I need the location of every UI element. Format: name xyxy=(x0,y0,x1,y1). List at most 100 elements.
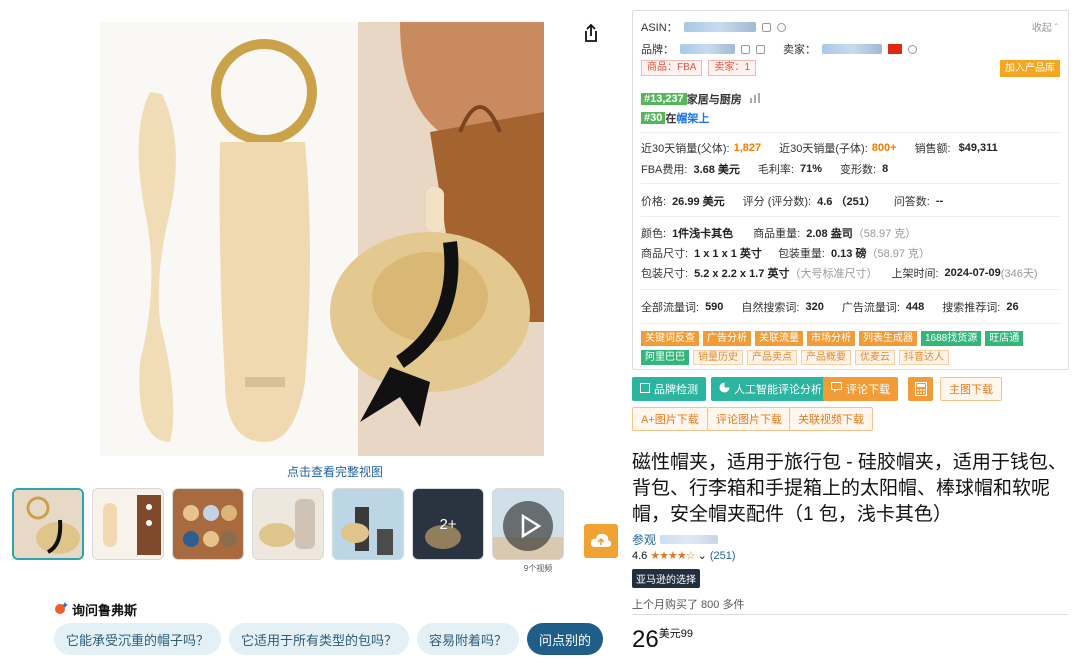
ask-something-else-button[interactable]: 问点别的 xyxy=(527,623,604,655)
tool-youmaiyun[interactable]: 优麦云 xyxy=(855,350,895,365)
size-row: 商品尺寸: 1 x 1 x 1 英寸 包装重量: 0.13 磅 （58.97 克… xyxy=(641,245,930,261)
collapse-toggle[interactable]: 收起 ˆ xyxy=(1032,19,1058,34)
brand-value-redacted[interactable] xyxy=(680,44,735,54)
stat-label: 评分 (评分数): xyxy=(742,196,812,208)
tool-wangdiantong[interactable]: 旺店通 xyxy=(985,331,1024,346)
tool-listing-generator[interactable]: 列表生成器 xyxy=(859,331,917,346)
bar-chart-icon[interactable] xyxy=(749,92,762,106)
review-download-button[interactable]: 评论下载 xyxy=(823,377,898,401)
product-title: 磁性帽夹，适用于旅行包 - 硅胶帽夹，适用于钱包、背包、行李箱和手提箱上的太阳帽… xyxy=(632,452,1067,525)
stat-note: （58.97 克） xyxy=(866,248,931,260)
brand-seller-row: 品牌： 卖家： xyxy=(641,41,917,57)
copy-icon[interactable] xyxy=(761,22,771,32)
thumbnail-4[interactable] xyxy=(252,488,324,560)
thumbnail-3[interactable] xyxy=(172,488,244,560)
chevron-down-icon[interactable]: ⌄ xyxy=(698,549,707,562)
tool-market-analysis[interactable]: 市场分析 xyxy=(807,331,855,346)
sparkle-icon xyxy=(54,601,68,618)
seller-value-redacted[interactable] xyxy=(822,44,882,54)
tool-alibaba[interactable]: 阿里巴巴 xyxy=(641,350,689,365)
bought-last-month: 上个月购买了 800 多件 xyxy=(632,599,745,611)
rank-category-home[interactable]: 家居与厨房 xyxy=(687,91,742,107)
amazons-choice-badge: 亚马逊的选择 xyxy=(632,569,700,588)
tool-douyin-influencer[interactable]: 抖音达人 xyxy=(899,350,949,365)
aplus-image-download-button[interactable]: A+图片下载 xyxy=(632,407,708,431)
cloud-upload-icon[interactable] xyxy=(584,524,618,558)
rating-value: 4.6 xyxy=(632,549,648,562)
stat-value: 2024-07-09 xyxy=(944,267,1001,279)
tool-selling-points[interactable]: 产品卖点 xyxy=(747,350,797,365)
location-icon[interactable] xyxy=(908,44,917,54)
location-icon[interactable] xyxy=(776,22,786,32)
question-chip[interactable]: 容易附着吗？ xyxy=(417,623,520,655)
ask-rufus-label: 询问鲁弗斯 xyxy=(72,603,138,618)
share-icon[interactable] xyxy=(580,22,602,44)
tool-related-traffic[interactable]: 关联流量 xyxy=(755,331,803,346)
checkbox-icon xyxy=(640,382,650,396)
main-image-download-button[interactable]: 主图下载 xyxy=(940,377,1002,401)
stat-value: 1,827 xyxy=(733,142,762,154)
stat-value: 800+ xyxy=(871,142,897,154)
ai-review-label: 人工智能评论分析 xyxy=(734,384,822,396)
brand-label: 品牌： xyxy=(641,44,674,56)
rank-number: #30 xyxy=(641,112,666,124)
brand-check-button[interactable]: 品牌检测 xyxy=(632,377,706,401)
review-image-download-button[interactable]: 评论图片下载 xyxy=(707,407,791,431)
ask-rufus-title: 询问鲁弗斯 xyxy=(54,600,137,619)
copy-icon[interactable] xyxy=(741,44,750,54)
external-link-icon[interactable] xyxy=(756,44,765,54)
rank-category-link[interactable]: 帽架上 xyxy=(676,110,709,126)
rank-prefix: 在 xyxy=(665,113,677,125)
tool-product-summary[interactable]: 产品概要 xyxy=(801,350,851,365)
thumbnail-6[interactable]: 2+ xyxy=(412,488,484,560)
play-icon[interactable] xyxy=(503,501,553,551)
color-weight-row: 颜色: 1件浅卡其色 商品重量: 2.08 盎司 （58.97 克） xyxy=(641,225,916,241)
stat-label: 销售额: xyxy=(914,143,951,155)
stat-label: 价格: xyxy=(641,196,667,208)
seller-count-tag: 卖家：1 xyxy=(708,60,757,76)
brand-store-link[interactable]: 参观 xyxy=(632,531,719,548)
thumbnail-5[interactable] xyxy=(332,488,404,560)
calculator-icon[interactable] xyxy=(908,377,933,401)
asin-row: ASIN： xyxy=(641,19,786,35)
brand-check-label: 品牌检测 xyxy=(654,384,698,396)
view-full-image-link[interactable]: 点击查看完整视图 xyxy=(230,463,440,480)
tool-ad-analysis[interactable]: 广告分析 xyxy=(703,331,751,346)
stat-label: 广告流量词: xyxy=(841,302,900,314)
pie-chart-icon xyxy=(719,382,730,396)
video-thumbnail[interactable] xyxy=(492,488,564,560)
price-currency: 美元 xyxy=(658,628,681,640)
tools-row-1: 关键词反查 广告分析 关联流量 市场分析 列表生成器 1688找货源 旺店通 xyxy=(641,331,1024,346)
review-count-link[interactable]: (251) xyxy=(710,550,736,562)
stat-value: -- xyxy=(935,195,944,207)
stat-label: 商品重量: xyxy=(753,228,801,240)
stat-label: 搜索推荐词: xyxy=(942,302,1001,314)
related-video-download-button[interactable]: 关联视频下载 xyxy=(789,407,873,431)
fee-row: FBA费用: 3.68 美元 毛利率: 71% 变形数: 8 xyxy=(641,161,888,177)
tool-sales-history[interactable]: 销量历史 xyxy=(693,350,743,365)
tool-1688-source[interactable]: 1688找货源 xyxy=(921,331,982,346)
asin-value-redacted xyxy=(683,22,756,32)
question-chip[interactable]: 它能承受沉重的帽子吗？ xyxy=(54,623,222,655)
thumbnail-strip: 2+ xyxy=(12,488,564,560)
rating-row: 4.6 ★★★★☆ ⌄ (251) xyxy=(632,549,736,563)
stat-value: 320 xyxy=(805,301,824,313)
thumbnail-2[interactable] xyxy=(92,488,164,560)
stat-value: 1件浅卡其色 xyxy=(672,228,734,240)
stat-label: 变形数: xyxy=(840,164,877,176)
stat-value: 0.13 磅 xyxy=(831,248,867,260)
thumbnail-1[interactable] xyxy=(12,488,84,560)
tool-keyword-reverse[interactable]: 关键词反查 xyxy=(641,331,699,346)
review-download-label: 评论下载 xyxy=(846,384,890,396)
stat-label: FBA费用: xyxy=(641,164,688,176)
ai-review-analysis-button[interactable]: 人工智能评论分析 xyxy=(711,377,830,401)
stat-value: 590 xyxy=(705,301,724,313)
star-rating-icon[interactable]: ★★★★☆ xyxy=(650,549,695,562)
main-product-image[interactable] xyxy=(100,22,544,456)
stat-label: 上架时间: xyxy=(891,268,939,280)
goods-fba-tag: 商品：FBA xyxy=(641,60,703,76)
sales-row: 近30天销量(父体): 1,827 近30天销量(子体): 800+ 销售额: … xyxy=(641,140,998,156)
add-to-library-button[interactable]: 加入产品库 xyxy=(1000,60,1060,77)
question-chip[interactable]: 它适用于所有类型的包吗？ xyxy=(229,623,410,655)
stat-value: 3.68 美元 xyxy=(693,164,740,176)
